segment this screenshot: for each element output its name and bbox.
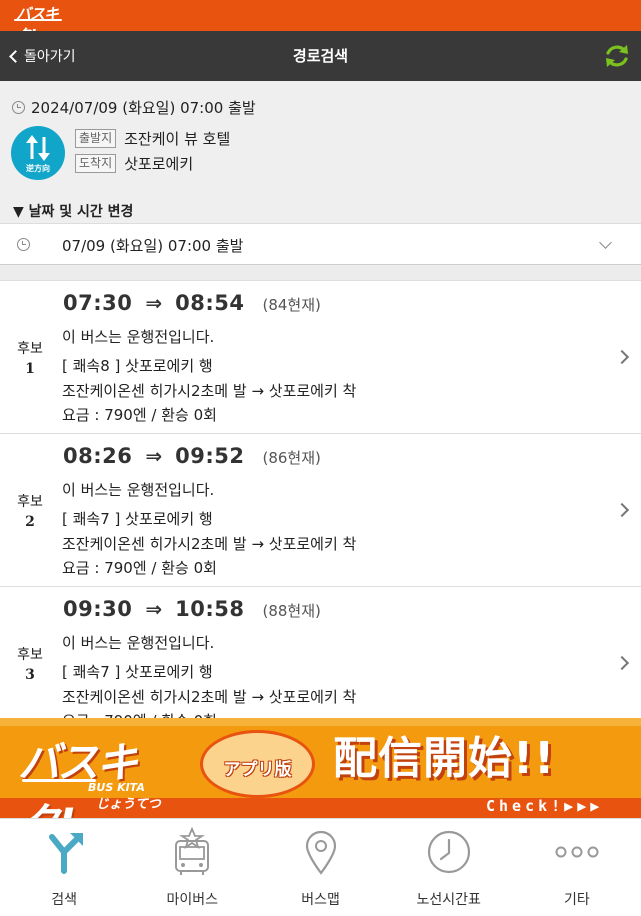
arrive-time: 09:52 bbox=[175, 444, 245, 468]
clock-icon bbox=[17, 238, 30, 251]
chevron-down-icon bbox=[599, 236, 612, 249]
time-range: 07:30 ⇒ 08:54 (84현재) bbox=[63, 291, 321, 315]
fare-text: 요금 : 790엔 / 환승 0회 bbox=[62, 710, 217, 718]
fare-text: 요금 : 790엔 / 환승 0회 bbox=[62, 559, 217, 577]
arrive-time: 08:54 bbox=[175, 291, 245, 315]
bottom-nav: 검색 마이버스 버스맵 노선시간표 기타 bbox=[0, 818, 641, 916]
top-brand-bar: バスキタ! bbox=[0, 0, 641, 44]
chevron-right-icon bbox=[614, 349, 630, 365]
banner-headline: 配信開始!! bbox=[333, 733, 556, 784]
nav-item-my-bus[interactable]: 마이버스 bbox=[128, 819, 256, 916]
reverse-direction-button[interactable]: 逆方向 bbox=[11, 126, 65, 180]
arrow-icon: ⇒ bbox=[145, 597, 163, 621]
chevron-right-icon bbox=[614, 502, 630, 518]
map-pin-icon bbox=[305, 830, 336, 875]
nav-item-bus-map[interactable]: 버스맵 bbox=[256, 819, 384, 916]
refresh-icon[interactable] bbox=[603, 42, 631, 70]
origin-tag: 출발지 bbox=[75, 129, 117, 148]
more-icon bbox=[555, 846, 599, 858]
candidate-label: 후보 3 bbox=[14, 645, 46, 685]
nav-label: 노선시간표 bbox=[416, 892, 481, 908]
origin-row: 출발지 조잔케이 뷰 호텔 bbox=[75, 128, 230, 149]
date-time-select[interactable]: 07/09 (화요일) 07:00 출발 bbox=[0, 223, 641, 265]
candidate-number: 1 bbox=[25, 361, 35, 377]
page-title: 경로검색 bbox=[292, 47, 349, 65]
depart-time: 08:26 bbox=[63, 444, 133, 468]
current-bus: (88현재) bbox=[262, 602, 321, 620]
nav-label: 버스맵 bbox=[301, 892, 340, 908]
candidate-label: 후보 1 bbox=[14, 339, 46, 379]
destination-name: 삿포로에키 bbox=[124, 155, 194, 173]
fare-text: 요금 : 790엔 / 환승 0회 bbox=[62, 406, 217, 424]
route-summary: 2024/07/09 (화요일) 07:00 출발 逆方向 출발지 조잔케이 뷰… bbox=[0, 81, 641, 266]
banner-check: Check!▶▶▶ bbox=[486, 797, 604, 815]
nav-label: 마이버스 bbox=[166, 892, 219, 908]
reverse-label: 逆方向 bbox=[26, 164, 50, 173]
clock-icon bbox=[12, 101, 25, 114]
brand-logo[interactable]: バスキタ! bbox=[14, 3, 66, 44]
chevron-right-icon bbox=[614, 655, 630, 671]
candidate-number: 3 bbox=[25, 667, 35, 683]
clock-icon bbox=[427, 830, 470, 874]
candidate-number: 2 bbox=[25, 514, 35, 530]
promo-banner[interactable]: バスキタ! BUS KITA じょうてつ アプリ版 配信開始!! Check!▶… bbox=[0, 718, 641, 818]
destination-tag: 도착지 bbox=[75, 154, 117, 173]
depart-time: 09:30 bbox=[63, 597, 133, 621]
arrive-time: 10:58 bbox=[175, 597, 245, 621]
time-range: 08:26 ⇒ 09:52 (86현재) bbox=[63, 444, 321, 468]
arrow-icon: ⇒ bbox=[145, 444, 163, 468]
stops-text: 조잔케이온센 히가시2초메 발 → 삿포로에키 착 bbox=[62, 382, 357, 400]
destination-row: 도착지 삿포로에키 bbox=[75, 153, 193, 174]
nav-label: 기타 bbox=[564, 892, 590, 908]
nav-item-timetable[interactable]: 노선시간표 bbox=[385, 819, 513, 916]
stops-text: 조잔케이온센 히가시2초메 발 → 삿포로에키 착 bbox=[62, 535, 357, 553]
banner-logo: バスキタ! BUS KITA じょうてつ bbox=[18, 727, 188, 818]
route-text: [ 쾌속7 ] 삿포로에키 행 bbox=[62, 663, 213, 681]
result-list[interactable]: 후보 1 07:30 ⇒ 08:54 (84현재) 이 버스는 운행전입니다. … bbox=[0, 281, 641, 718]
status-text: 이 버스는 운행전입니다. bbox=[62, 481, 215, 499]
result-item[interactable]: 후보 2 08:26 ⇒ 09:52 (86현재) 이 버스는 운행전입니다. … bbox=[0, 434, 641, 587]
section-divider bbox=[0, 266, 641, 281]
nav-item-more[interactable]: 기타 bbox=[513, 819, 641, 916]
result-item[interactable]: 후보 3 09:30 ⇒ 10:58 (88현재) 이 버스는 운행전입니다. … bbox=[0, 587, 641, 718]
stops-text: 조잔케이온센 히가시2초메 발 → 삿포로에키 착 bbox=[62, 688, 357, 706]
route-text: [ 쾌속8 ] 삿포로에키 행 bbox=[62, 357, 213, 375]
time-range: 09:30 ⇒ 10:58 (88현재) bbox=[63, 597, 321, 621]
status-text: 이 버스는 운행전입니다. bbox=[62, 634, 215, 652]
depart-time: 07:30 bbox=[63, 291, 133, 315]
header-bar: 돌아가기 경로검색 bbox=[0, 31, 641, 81]
app-version-badge: アプリ版 bbox=[200, 730, 315, 798]
search-route-icon bbox=[49, 833, 84, 874]
banner-logo-sub2: じょうてつ bbox=[96, 797, 161, 812]
departure-line: 2024/07/09 (화요일) 07:00 출발 bbox=[12, 97, 256, 118]
status-text: 이 버스는 운행전입니다. bbox=[62, 328, 215, 346]
reverse-arrows-icon bbox=[26, 135, 50, 161]
nav-item-search[interactable]: 검색 bbox=[0, 819, 128, 916]
current-bus: (86현재) bbox=[262, 449, 321, 467]
arrow-icon: ⇒ bbox=[145, 291, 163, 315]
route-text: [ 쾌속7 ] 삿포로에키 행 bbox=[62, 510, 213, 528]
origin-name: 조잔케이 뷰 호텔 bbox=[124, 130, 231, 148]
result-item[interactable]: 후보 1 07:30 ⇒ 08:54 (84현재) 이 버스는 운행전입니다. … bbox=[0, 281, 641, 434]
date-time-value: 07/09 (화요일) 07:00 출발 bbox=[62, 237, 244, 255]
candidate-label: 후보 2 bbox=[14, 492, 46, 532]
current-bus: (84현재) bbox=[262, 296, 321, 314]
my-bus-icon bbox=[175, 827, 210, 875]
departure-text: 2024/07/09 (화요일) 07:00 출발 bbox=[31, 99, 256, 117]
nav-label: 검색 bbox=[51, 892, 77, 908]
change-date-toggle[interactable]: ▼ 날짜 및 시간 변경 bbox=[13, 201, 133, 221]
